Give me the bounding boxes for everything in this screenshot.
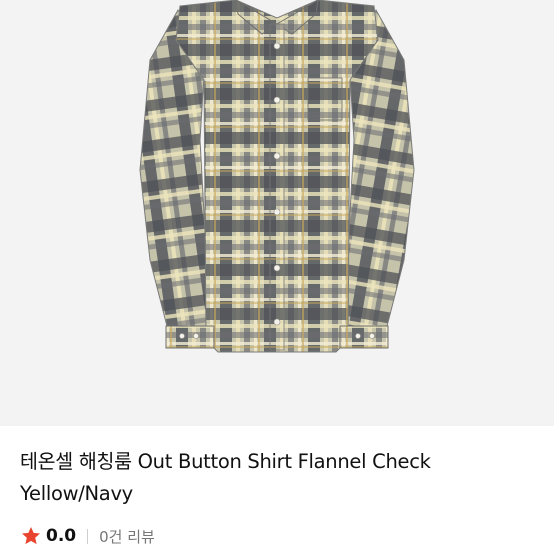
review-count[interactable]: 0건 리뷰 <box>99 526 155 547</box>
product-image[interactable] <box>0 0 554 426</box>
product-title-line-1: 테온셀 해칭룸 Out Button Shirt Flannel Check <box>20 450 431 473</box>
star-icon <box>22 527 40 545</box>
divider <box>87 528 89 544</box>
product-title-line-2: Yellow/Navy <box>20 482 133 505</box>
product-card[interactable]: 테온셀 해칭룸 Out Button Shirt Flannel Check Y… <box>0 0 554 554</box>
rating-row: 0.0 0건 리뷰 <box>20 524 155 548</box>
shirt-illustration <box>139 0 415 353</box>
product-title[interactable]: 테온셀 해칭룸 Out Button Shirt Flannel Check Y… <box>20 446 540 510</box>
rating-value: 0.0 <box>46 526 77 546</box>
